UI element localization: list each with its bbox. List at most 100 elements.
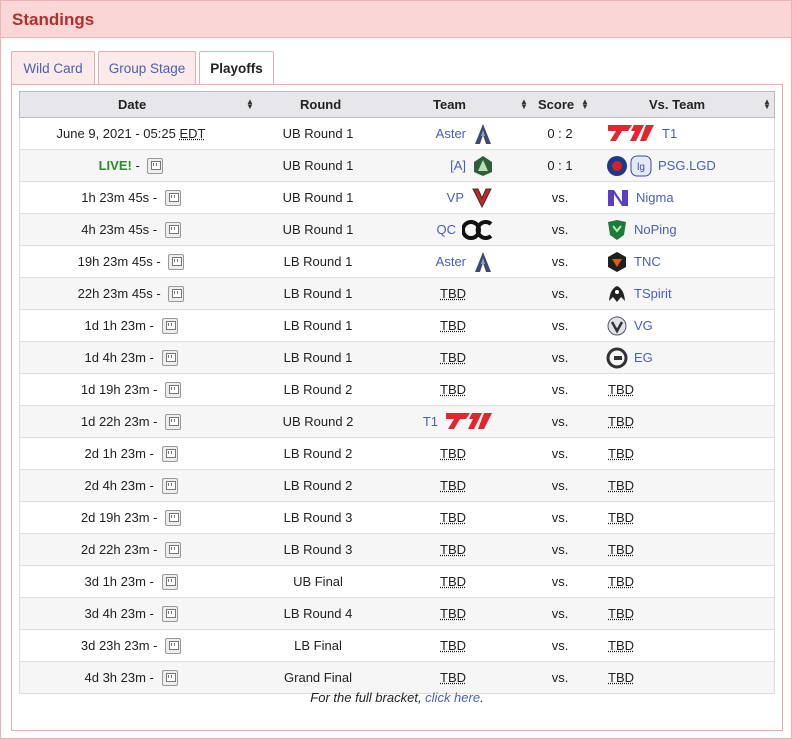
nigma-logo-icon — [606, 187, 630, 209]
twitch-icon[interactable] — [161, 477, 178, 494]
match-date: June 9, 2021 - 05:25 — [56, 126, 176, 141]
table-row: 1h 23m 45s - UB Round 1 VP vs. Nigma — [19, 182, 775, 214]
match-countdown: 2d 4h 23m — [84, 478, 146, 493]
t1-logo-icon — [444, 411, 494, 433]
team1-name[interactable]: T1 — [423, 414, 438, 429]
date-cell: 2d 19h 23m - — [20, 502, 242, 533]
team2-cell: lg PSG.LGD — [600, 150, 770, 181]
twitch-icon[interactable] — [161, 317, 178, 334]
twitch-icon[interactable] — [161, 349, 178, 366]
table-row: 2d 22h 23m - LB Round 3 TBD vs. TBD — [19, 534, 775, 566]
date-cell: 3d 23h 23m - — [20, 630, 242, 661]
team2-cell: TBD — [600, 406, 770, 437]
team1-name[interactable]: [A] — [450, 158, 466, 173]
col-round: Round — [300, 97, 342, 112]
match-countdown: 4d 3h 23m — [84, 670, 146, 685]
col-date[interactable]: Date — [118, 97, 146, 112]
team1-name[interactable]: Aster — [436, 126, 466, 141]
table-body: June 9, 2021 - 05:25 EDT UB Round 1 Aster 0… — [19, 118, 775, 694]
twitch-icon[interactable] — [161, 669, 178, 686]
table-row: 2d 19h 23m - LB Round 3 TBD vs. TBD — [19, 502, 775, 534]
twitch-icon[interactable] — [168, 253, 185, 270]
sort-team-icon[interactable]: ▲ ▼ — [520, 98, 528, 111]
team1-name[interactable]: Aster — [436, 254, 466, 269]
team1-name: TBD — [440, 670, 466, 685]
score-cell: 0 : 2 — [530, 118, 590, 149]
round-cell: UB Round 1 — [282, 190, 354, 205]
col-team[interactable]: Team — [433, 97, 466, 112]
match-score: 0 : 1 — [547, 158, 573, 173]
team2-name[interactable]: NoPing — [634, 222, 677, 237]
team1-name[interactable]: QC — [437, 222, 457, 237]
team2-name: TBD — [608, 542, 634, 557]
twitch-icon[interactable] — [147, 157, 164, 174]
match-vs: vs. — [551, 638, 569, 653]
table-row: LIVE! - UB Round 1 [A] 0 : 1 lg PSG.LGD — [19, 150, 775, 182]
team2-name[interactable]: Nigma — [636, 190, 674, 205]
col-score[interactable]: Score — [538, 97, 574, 112]
team1-cell: TBD — [380, 630, 500, 661]
tab-playoffs[interactable]: Playoffs — [199, 51, 274, 86]
tab-group-stage[interactable]: Group Stage — [98, 51, 196, 84]
table-row: 19h 23m 45s - LB Round 1 Aster vs. TNC — [19, 246, 775, 278]
score-cell: vs. — [530, 374, 590, 405]
twitch-icon[interactable] — [165, 541, 182, 558]
team1-cell: TBD — [380, 566, 500, 597]
standings-panel: Standings Wild Card Group Stage Playoffs… — [0, 0, 792, 739]
aster-logo-icon — [472, 251, 494, 273]
round-cell: LB Round 1 — [283, 286, 353, 301]
tab-wild-card[interactable]: Wild Card — [11, 51, 95, 84]
team2-name[interactable]: TSpirit — [634, 286, 672, 301]
team1-name[interactable]: VP — [447, 190, 464, 205]
team2-cell: TNC — [600, 246, 770, 277]
twitch-icon[interactable] — [165, 413, 182, 430]
team2-cell: TBD — [600, 374, 770, 405]
twitch-icon[interactable] — [168, 285, 185, 302]
team2-name: TBD — [608, 478, 634, 493]
twitch-icon[interactable] — [161, 605, 178, 622]
twitch-icon[interactable] — [164, 189, 181, 206]
team1-cell: Aster — [380, 246, 500, 277]
twitch-icon[interactable] — [161, 573, 178, 590]
date-cell: 1h 23m 45s - — [20, 182, 242, 213]
team1-cell: [A] — [380, 150, 500, 181]
twitch-icon[interactable] — [164, 221, 181, 238]
team2-name: TBD — [608, 670, 634, 685]
twitch-icon[interactable] — [161, 445, 178, 462]
score-cell: vs. — [530, 182, 590, 213]
twitch-icon[interactable] — [165, 381, 182, 398]
twitch-icon[interactable] — [165, 509, 182, 526]
vp-logo-icon — [470, 187, 494, 209]
team2-name: TBD — [608, 382, 634, 397]
round-cell: UB Final — [293, 574, 343, 589]
team1-name: TBD — [440, 446, 466, 461]
col-vs-team[interactable]: Vs. Team — [649, 97, 705, 112]
match-vs: vs. — [551, 222, 569, 237]
score-cell: vs. — [530, 342, 590, 373]
team2-name[interactable]: T1 — [662, 126, 677, 141]
match-vs: vs. — [551, 318, 569, 333]
sort-score-icon[interactable]: ▲ ▼ — [581, 98, 589, 111]
qc-logo-icon — [461, 219, 494, 241]
round-cell: UB Round 1 — [282, 222, 354, 237]
full-bracket-link[interactable]: click here — [425, 690, 480, 705]
match-countdown: 2d 1h 23m — [84, 446, 146, 461]
team2-name[interactable]: PSG.LGD — [658, 158, 716, 173]
sort-vs-team-icon[interactable]: ▲ ▼ — [763, 98, 771, 111]
table-row: 3d 23h 23m - LB Final TBD vs. TBD — [19, 630, 775, 662]
twitch-icon[interactable] — [165, 637, 182, 654]
sort-date-icon[interactable]: ▲ ▼ — [246, 98, 254, 111]
match-vs: vs. — [551, 606, 569, 621]
team1-name: TBD — [440, 510, 466, 525]
team2-name[interactable]: EG — [634, 350, 653, 365]
match-score: 0 : 2 — [547, 126, 573, 141]
team2-name: TBD — [608, 510, 634, 525]
match-vs: vs. — [551, 414, 569, 429]
team2-name[interactable]: VG — [634, 318, 653, 333]
team2-name[interactable]: TNC — [634, 254, 661, 269]
score-cell: vs. — [530, 214, 590, 245]
tspirit-logo-icon — [606, 283, 628, 305]
tnc-logo-icon — [606, 251, 628, 273]
team1-name: TBD — [440, 638, 466, 653]
round-cell: LB Final — [294, 638, 342, 653]
